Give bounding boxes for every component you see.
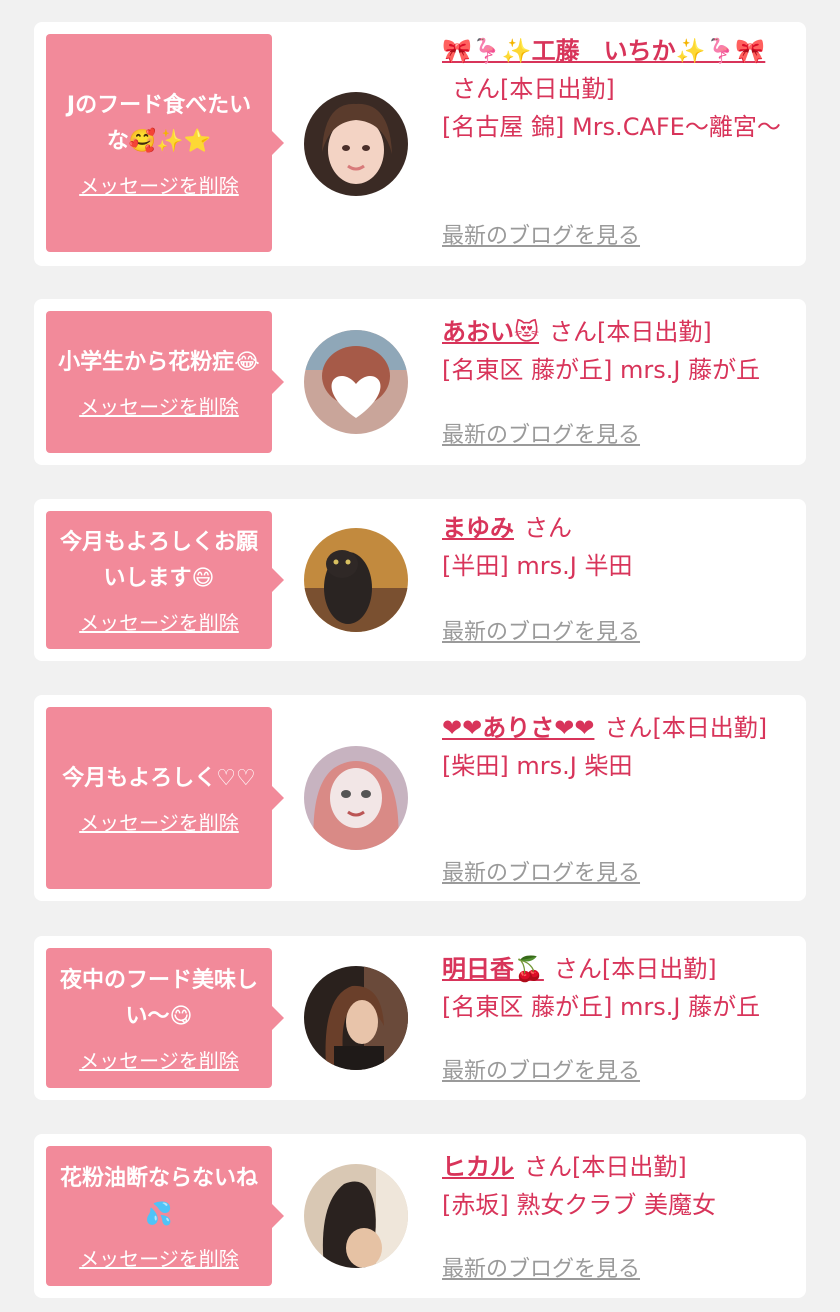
cast-name-link[interactable]: あおい😻 bbox=[442, 318, 539, 346]
cast-name-link[interactable]: 明日香🍒 bbox=[442, 955, 544, 983]
message-text: 小学生から花粉症😂 bbox=[58, 349, 260, 375]
latest-blog-link[interactable]: 最新のブログを見る bbox=[442, 218, 640, 250]
status-label: [本日出勤] bbox=[500, 75, 615, 103]
avatar[interactable] bbox=[304, 1164, 408, 1268]
cast-info: 明日香🍒 さん[本日出勤] [名東区 藤が丘] mrs.J 藤が丘 bbox=[442, 950, 794, 1026]
delete-message-link[interactable]: メッセージを削除 bbox=[79, 807, 239, 836]
latest-blog-link[interactable]: 最新のブログを見る bbox=[442, 855, 640, 887]
message-text: 今月もよろしくお願いします😄 bbox=[59, 529, 258, 591]
latest-blog-link[interactable]: 最新のブログを見る bbox=[442, 417, 640, 449]
cast-info: あおい😻 さん[本日出勤] [名東区 藤が丘] mrs.J 藤が丘 bbox=[442, 313, 794, 389]
delete-message-link[interactable]: メッセージを削除 bbox=[79, 1045, 239, 1074]
san-label: さん bbox=[604, 714, 653, 742]
shop-area: [名古屋 錦] Mrs.CAFE～離宮～ bbox=[442, 113, 781, 141]
shop-area: [名東区 藤が丘] mrs.J 藤が丘 bbox=[442, 993, 761, 1021]
avatar[interactable] bbox=[304, 528, 408, 632]
message-bubble: 小学生から花粉症😂 メッセージを削除 bbox=[46, 311, 284, 453]
cast-info: まゆみ さん [半田] mrs.J 半田 bbox=[442, 509, 794, 585]
san-label: さん bbox=[549, 318, 598, 346]
san-label: さん bbox=[553, 955, 602, 983]
delete-message-link[interactable]: メッセージを削除 bbox=[79, 391, 239, 420]
status-label: [本日出勤] bbox=[597, 318, 712, 346]
delete-message-link[interactable]: メッセージを削除 bbox=[79, 607, 239, 636]
message-text: 夜中のフード美味しい～😋 bbox=[59, 967, 258, 1029]
avatar[interactable] bbox=[304, 966, 408, 1070]
message-bubble: 今月もよろしくお願いします😄 メッセージを削除 bbox=[46, 511, 284, 649]
message-text: 花粉油断ならないね💦 bbox=[59, 1165, 258, 1227]
cast-name-link[interactable]: ❤❤ありさ❤❤ bbox=[442, 714, 594, 742]
message-card: 夜中のフード美味しい～😋 メッセージを削除 明日香🍒 さん[本日出勤] [名東区 … bbox=[34, 936, 806, 1100]
cast-name-link[interactable]: ヒカル bbox=[442, 1153, 514, 1181]
avatar[interactable] bbox=[304, 746, 408, 850]
san-label: さん bbox=[524, 514, 572, 542]
latest-blog-link[interactable]: 最新のブログを見る bbox=[442, 1053, 640, 1085]
cast-name-link[interactable]: 🎀🦩✨工藤 いちか✨🦩🎀 bbox=[442, 37, 765, 65]
cast-info: 🎀🦩✨工藤 いちか✨🦩🎀 さん[本日出勤] [名古屋 錦] Mrs.CAFE～離宮… bbox=[442, 32, 794, 146]
shop-area: [柴田] mrs.J 柴田 bbox=[442, 752, 633, 780]
message-card: 今月もよろしく♡♡ メッセージを削除 ❤❤ありさ❤❤ さん[本日出勤] [柴田] … bbox=[34, 695, 806, 901]
delete-message-link[interactable]: メッセージを削除 bbox=[79, 170, 239, 199]
cast-info: ヒカル さん[本日出勤] [赤坂] 熟女クラブ 美魔女 bbox=[442, 1148, 794, 1224]
message-card: 小学生から花粉症😂 メッセージを削除 あおい😻 さん[本日出勤] [名東区 藤が丘… bbox=[34, 299, 806, 465]
status-label: [本日出勤] bbox=[652, 714, 768, 742]
san-label: さん bbox=[524, 1153, 572, 1181]
status-label: [本日出勤] bbox=[572, 1153, 687, 1181]
avatar[interactable] bbox=[304, 92, 408, 196]
delete-message-link[interactable]: メッセージを削除 bbox=[79, 1243, 239, 1272]
san-label: さん bbox=[452, 75, 500, 103]
shop-area: [名東区 藤が丘] mrs.J 藤が丘 bbox=[442, 356, 761, 384]
shop-area: [半田] mrs.J 半田 bbox=[442, 552, 633, 580]
message-text: 今月もよろしく♡♡ bbox=[62, 765, 256, 791]
latest-blog-link[interactable]: 最新のブログを見る bbox=[442, 614, 640, 646]
status-label: [本日出勤] bbox=[601, 955, 717, 983]
cast-info: ❤❤ありさ❤❤ さん[本日出勤] [柴田] mrs.J 柴田 bbox=[442, 709, 794, 785]
message-card: 今月もよろしくお願いします😄 メッセージを削除 まゆみ さん [半田] mrs.J… bbox=[34, 499, 806, 661]
shop-area: [赤坂] 熟女クラブ 美魔女 bbox=[442, 1191, 716, 1219]
message-bubble: Jのフード食べたいな🥰✨⭐ メッセージを削除 bbox=[46, 34, 284, 252]
avatar[interactable] bbox=[304, 330, 408, 434]
cast-name-link[interactable]: まゆみ bbox=[442, 514, 514, 542]
message-bubble: 花粉油断ならないね💦 メッセージを削除 bbox=[46, 1146, 284, 1286]
message-bubble: 今月もよろしく♡♡ メッセージを削除 bbox=[46, 707, 284, 889]
message-card: Jのフード食べたいな🥰✨⭐ メッセージを削除 🎀🦩✨工藤 いちか✨🦩🎀 さん[本日… bbox=[34, 22, 806, 266]
latest-blog-link[interactable]: 最新のブログを見る bbox=[442, 1251, 640, 1283]
message-bubble: 夜中のフード美味しい～😋 メッセージを削除 bbox=[46, 948, 284, 1088]
message-text: Jのフード食べたいな🥰✨⭐ bbox=[66, 92, 252, 154]
message-card: 花粉油断ならないね💦 メッセージを削除 ヒカル さん[本日出勤] [赤坂] 熟女ク… bbox=[34, 1134, 806, 1298]
